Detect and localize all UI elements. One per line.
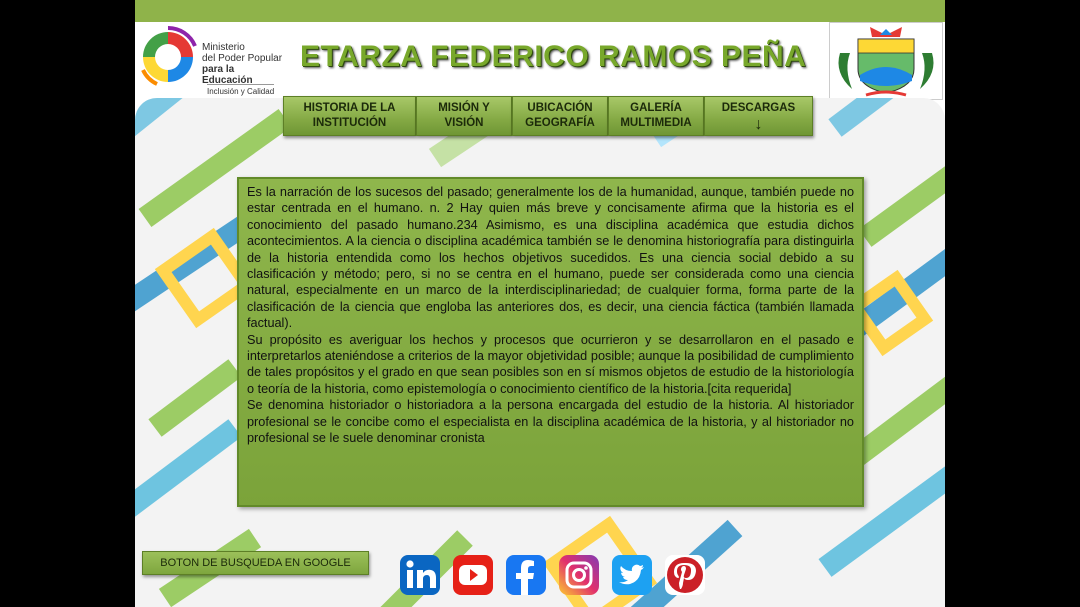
ministry-emblem-icon bbox=[141, 26, 197, 86]
instagram-icon[interactable] bbox=[556, 552, 602, 598]
ministry-line-3: para la Educación bbox=[202, 64, 253, 86]
down-arrow-icon: ↓ bbox=[754, 116, 763, 133]
page-title: ETARZA FEDERICO RAMOS PEÑA bbox=[300, 40, 807, 73]
nav-label-line-1: GALERÍA bbox=[630, 102, 682, 114]
linkedin-icon[interactable] bbox=[397, 552, 443, 598]
history-paragraph: Es la narración de los sucesos del pasad… bbox=[247, 185, 854, 331]
ministry-name: Ministerio del Poder Popular para la Edu… bbox=[202, 42, 287, 86]
social-links bbox=[397, 552, 715, 598]
ministry-tagline: Inclusión y Calidad bbox=[207, 84, 275, 96]
history-paragraph: Su propósito es averiguar los hechos y p… bbox=[247, 332, 854, 396]
facebook-icon[interactable] bbox=[503, 552, 549, 598]
history-paragraph: Se denomina historiador o historiadora a… bbox=[247, 398, 854, 446]
ministry-line-1: Ministerio bbox=[202, 42, 245, 53]
main-nav: HISTORIA DE LA INSTITUCIÓN MISIÓN Y VISI… bbox=[283, 96, 813, 138]
nav-label-line-2: GEOGRAFÍA bbox=[525, 117, 595, 129]
nav-label-line-2: MULTIMEDIA bbox=[620, 117, 692, 129]
nav-label-line-2: INSTITUCIÓN bbox=[312, 117, 387, 129]
history-text-box: Es la narración de los sucesos del pasad… bbox=[237, 177, 864, 507]
coat-of-arms-icon bbox=[829, 22, 943, 100]
ministry-line-2: del Poder Popular bbox=[202, 53, 283, 64]
top-bar bbox=[135, 0, 945, 24]
nav-label-line-2: VISIÓN bbox=[444, 117, 484, 129]
nav-label-line-1: DESCARGAS bbox=[721, 102, 796, 114]
header: Ministerio del Poder Popular para la Edu… bbox=[135, 22, 945, 100]
nav-label-line-1: MISIÓN Y bbox=[438, 102, 490, 114]
google-search-button[interactable]: BOTON DE BUSQUEDA EN GOOGLE bbox=[142, 551, 369, 575]
youtube-icon[interactable] bbox=[450, 552, 496, 598]
nav-galeria-multimedia[interactable]: GALERÍA MULTIMEDIA bbox=[608, 96, 704, 136]
nav-mision-vision[interactable]: MISIÓN Y VISIÓN bbox=[416, 96, 512, 136]
pinterest-icon[interactable] bbox=[662, 552, 708, 598]
ministry-logo: Ministerio del Poder Popular para la Edu… bbox=[137, 24, 287, 96]
nav-historia-institucion[interactable]: HISTORIA DE LA INSTITUCIÓN bbox=[283, 96, 416, 136]
nav-label-line-1: HISTORIA DE LA bbox=[303, 102, 396, 114]
nav-descargas[interactable]: DESCARGAS ↓ bbox=[704, 96, 813, 136]
nav-label-line-1: UBICACIÓN bbox=[527, 102, 593, 114]
slide: Ministerio del Poder Popular para la Edu… bbox=[135, 0, 945, 607]
twitter-icon[interactable] bbox=[609, 552, 655, 598]
nav-ubicacion-geografia[interactable]: UBICACIÓN GEOGRAFÍA bbox=[512, 96, 608, 136]
